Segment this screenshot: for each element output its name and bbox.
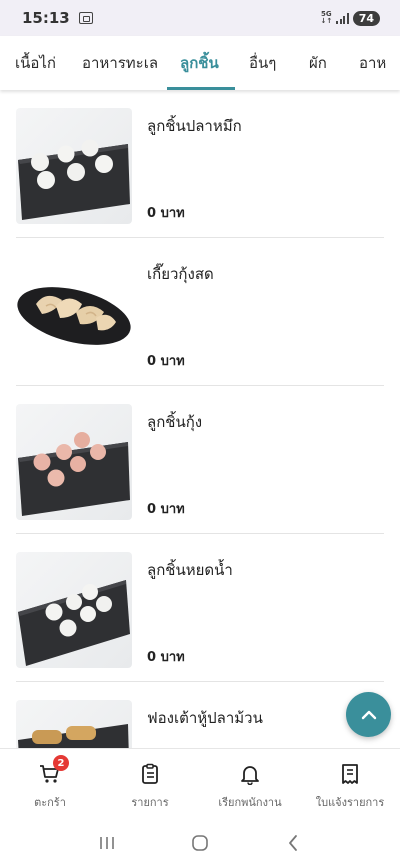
status-bar: 15:13 5G ↓↑ 74 bbox=[0, 0, 400, 36]
nav-label: เรียกพนักงาน bbox=[218, 796, 282, 809]
product-name: เกี๊ยวกุ้งสด bbox=[147, 265, 214, 283]
list-item[interactable]: ลูกชิ้นกุ้ง 0 บาท bbox=[16, 386, 384, 534]
nav-cart[interactable]: 2 ตะกร้า bbox=[0, 749, 100, 819]
status-indicators: 5G ↓↑ 74 bbox=[320, 10, 380, 26]
nav-call-staff[interactable]: เรียกพนักงาน bbox=[200, 749, 300, 819]
bottom-navigation: 2 ตะกร้า รายการ เรียกพนักงาน ใบแจ้งรายกา… bbox=[0, 748, 400, 818]
product-price: 0 บาท bbox=[147, 354, 185, 369]
squid-balls-image bbox=[18, 139, 130, 220]
list-item[interactable]: เกี๊ยวกุ้งสด 0 บาท bbox=[16, 238, 384, 386]
bell-icon bbox=[239, 763, 261, 786]
chevron-up-icon bbox=[361, 710, 376, 719]
nav-receipt[interactable]: ใบแจ้งรายการ bbox=[300, 749, 400, 819]
product-list[interactable]: ลูกชิ้นปลาหมึก 0 บาท เกี๊ยวกุ้งสด 0 บาท bbox=[0, 90, 400, 748]
recents-button[interactable] bbox=[87, 828, 127, 858]
product-name: ลูกชิ้นกุ้ง bbox=[147, 413, 203, 431]
system-navigation-bar bbox=[0, 818, 400, 867]
product-name: ลูกชิ้นปลาหมึก bbox=[147, 117, 242, 135]
battery-indicator: 74 bbox=[352, 10, 380, 26]
cart-icon: 2 bbox=[39, 755, 69, 785]
tab-seafood[interactable]: อาหารทะเล bbox=[82, 36, 158, 90]
fish-tofu-skin-rolls-image bbox=[18, 724, 129, 748]
tab-others[interactable]: อื่นๆ bbox=[249, 36, 276, 90]
nav-orders[interactable]: รายการ bbox=[100, 749, 200, 819]
product-image bbox=[16, 700, 132, 748]
product-image bbox=[16, 108, 132, 224]
product-image bbox=[16, 256, 132, 372]
back-icon bbox=[289, 834, 298, 851]
shrimp-balls-image bbox=[18, 432, 130, 516]
tab-meatballs[interactable]: ลูกชิ้น bbox=[180, 36, 219, 90]
product-price: 0 บาท bbox=[147, 206, 185, 221]
shrimp-dumplings-image bbox=[17, 287, 131, 345]
list-item[interactable]: ฟองเต้าหู้ปลาม้วน bbox=[16, 682, 384, 748]
product-image bbox=[16, 404, 132, 520]
cart-badge: 2 bbox=[53, 755, 69, 771]
nav-label: ใบแจ้งรายการ bbox=[315, 796, 385, 809]
product-name: ลูกชิ้นหยดน้ำ bbox=[147, 561, 233, 579]
product-name: ฟองเต้าหู้ปลาม้วน bbox=[147, 709, 263, 727]
active-tab-indicator bbox=[167, 87, 235, 90]
product-image bbox=[16, 552, 132, 668]
category-tabs: เนื้อไก่ อาหารทะเล ลูกชิ้น อื่นๆ ผัก อาห bbox=[0, 36, 400, 90]
screen-capture-icon bbox=[78, 12, 93, 24]
product-price: 0 บาท bbox=[147, 650, 185, 665]
list-item[interactable]: ลูกชิ้นปลาหมึก 0 บาท bbox=[16, 90, 384, 238]
list-item[interactable]: ลูกชิ้นหยดน้ำ 0 บาท bbox=[16, 534, 384, 682]
recents-icon bbox=[99, 836, 114, 849]
nav-label: ตะกร้า bbox=[34, 796, 66, 809]
status-time: 15:13 bbox=[22, 9, 70, 27]
scroll-to-top-button[interactable] bbox=[346, 692, 391, 737]
receipt-icon bbox=[339, 763, 361, 785]
tab-food-partial[interactable]: อาห bbox=[359, 36, 386, 90]
home-icon bbox=[192, 834, 208, 851]
clipboard-icon bbox=[139, 763, 161, 785]
signal-icon bbox=[336, 12, 349, 24]
tab-chicken[interactable]: เนื้อไก่ bbox=[15, 36, 56, 90]
tab-vegetables[interactable]: ผัก bbox=[309, 36, 327, 90]
water-drop-balls-image bbox=[18, 580, 130, 666]
product-price: 0 บาท bbox=[147, 502, 185, 517]
nav-label: รายการ bbox=[131, 796, 169, 809]
back-button[interactable] bbox=[273, 828, 313, 858]
network-type: 5G ↓↑ bbox=[320, 10, 333, 25]
home-button[interactable] bbox=[180, 828, 220, 858]
